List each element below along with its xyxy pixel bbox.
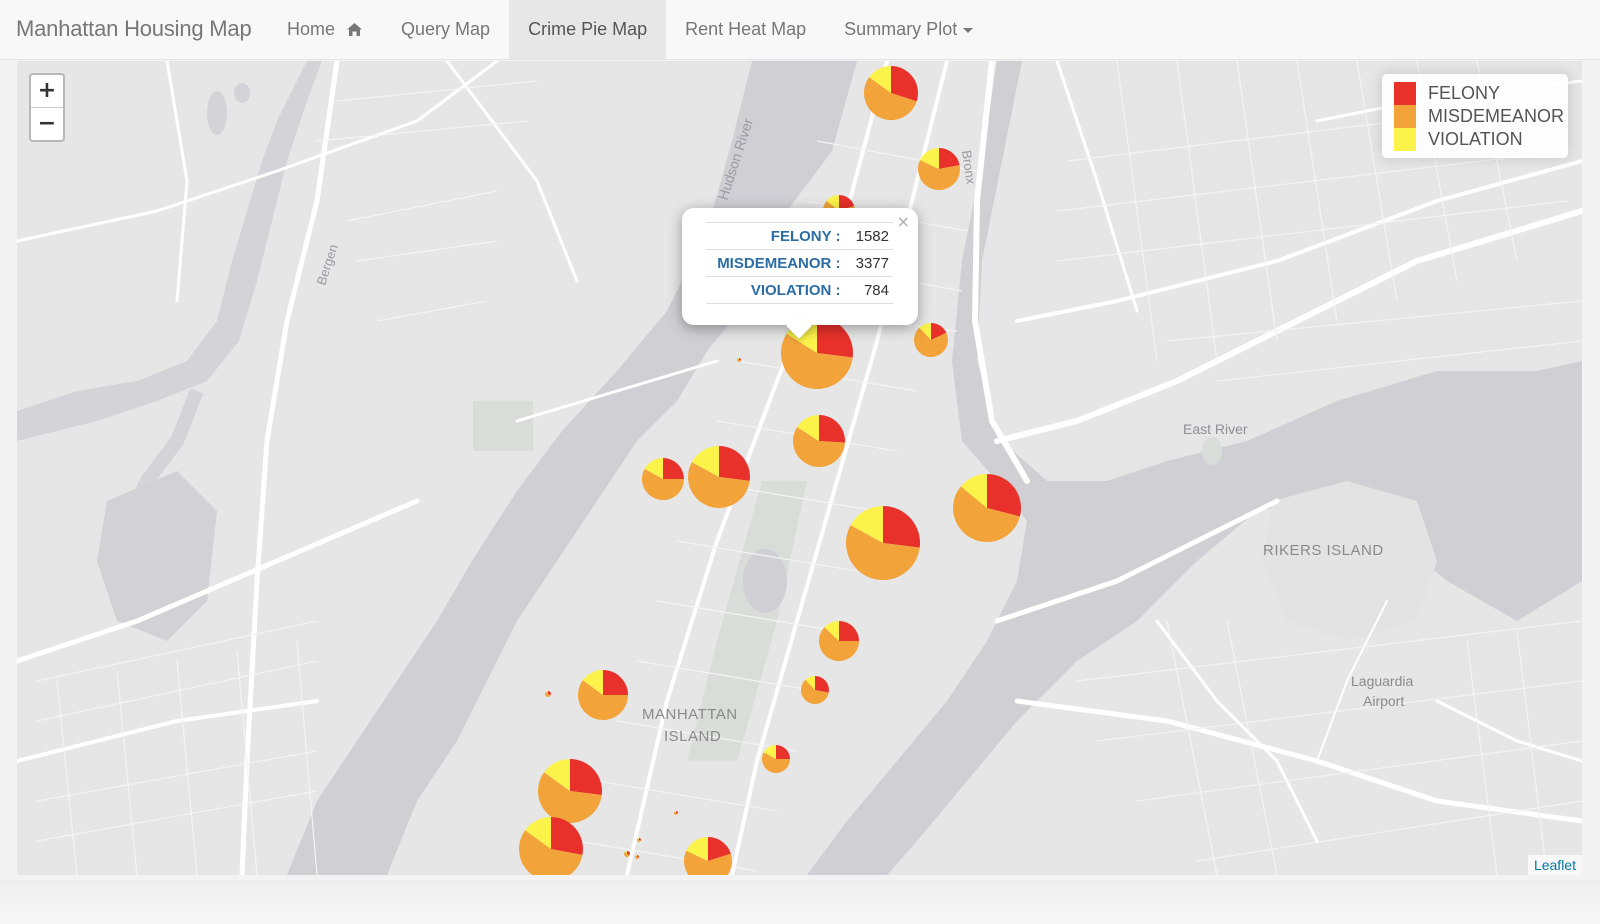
legend-label-violation: VIOLATION <box>1428 129 1523 149</box>
legend: FELONY MISDEMEANOR VIOLATION <box>1382 74 1568 158</box>
crime-pie-marker[interactable] <box>845 505 920 581</box>
nav-home-label: Home <box>287 19 336 39</box>
pie-slice-felony <box>815 676 829 693</box>
zoom-out-button[interactable]: − <box>31 107 63 140</box>
crime-pie-marker[interactable] <box>642 458 684 500</box>
popup-value-felony: 1582 <box>852 223 893 250</box>
nav-crime-pie-map[interactable]: Crime Pie Map <box>509 0 667 59</box>
legend-label-felony: FELONY <box>1428 83 1501 103</box>
pie-slice-felony <box>570 759 602 796</box>
crime-pie-marker[interactable] <box>578 669 628 720</box>
crime-pie-marker[interactable] <box>737 358 741 362</box>
crime-pie-marker[interactable] <box>519 817 583 875</box>
crime-pie-marker[interactable] <box>801 676 829 704</box>
pie-slice-felony <box>551 817 583 855</box>
pie-slice-felony <box>839 621 859 641</box>
crime-pie-marker[interactable] <box>953 474 1022 542</box>
popup-key-misdemeanor: MISDEMEANOR : <box>706 249 853 277</box>
crime-pie-marker[interactable] <box>918 148 960 190</box>
home-icon <box>347 23 363 36</box>
crime-pie-marker[interactable] <box>637 838 641 842</box>
map-container[interactable]: Hudson River Bronx Bergen East River RIK… <box>17 61 1582 875</box>
crime-pie-layer <box>519 66 1022 875</box>
legend-swatch-misdemeanor <box>1394 105 1416 128</box>
crime-pie-marker[interactable] <box>635 855 639 859</box>
navbar: Manhattan Housing Map Home Query Map Cri… <box>0 0 1600 60</box>
legend-swatch-violation <box>1394 128 1416 151</box>
nav-menu: Home Query Map Crime Pie Map Rent Heat M… <box>268 0 992 59</box>
popup-table: FELONY : 1582 MISDEMEANOR : 3377 VIOLATI… <box>706 223 893 304</box>
close-icon[interactable]: × <box>897 212 910 231</box>
popup-row-misdemeanor: MISDEMEANOR : 3377 <box>706 249 893 277</box>
popup-value-misdemeanor: 3377 <box>852 249 893 277</box>
pie-slice-felony <box>776 745 790 759</box>
popup-key-violation: VIOLATION : <box>706 276 853 304</box>
popup-value-violation: 784 <box>852 276 893 304</box>
nav-home[interactable]: Home <box>268 0 382 59</box>
pie-slice-felony <box>883 506 920 548</box>
legend-item-misdemeanor: MISDEMEANOR <box>1394 105 1564 128</box>
popup-key-felony: FELONY : <box>706 223 853 250</box>
zoom-control: + − <box>29 73 65 142</box>
crime-pie-marker[interactable] <box>538 759 602 823</box>
nav-rent-heat-map[interactable]: Rent Heat Map <box>666 0 825 59</box>
nav-summary-plot[interactable]: Summary Plot <box>825 0 992 59</box>
crime-pie-marker[interactable] <box>762 745 790 773</box>
crime-pie-marker[interactable] <box>793 415 845 468</box>
crime-pie-marker[interactable] <box>684 837 732 875</box>
popup-content: FELONY : 1582 MISDEMEANOR : 3377 VIOLATI… <box>706 222 893 304</box>
legend-item-violation: VIOLATION <box>1394 128 1523 151</box>
crime-pie-marker[interactable] <box>864 66 918 121</box>
brand-title[interactable]: Manhattan Housing Map <box>16 16 252 42</box>
footer-bar <box>0 880 1600 924</box>
crime-pie-marker[interactable] <box>914 323 948 357</box>
nav-summary-plot-label: Summary Plot <box>844 19 958 39</box>
popup-row-violation: VIOLATION : 784 <box>706 276 893 304</box>
nav-query-map[interactable]: Query Map <box>382 0 509 59</box>
legend-swatch-felony <box>1394 82 1416 105</box>
crime-pie-marker[interactable] <box>819 621 859 661</box>
pie-slice-felony <box>719 446 750 481</box>
crime-pie-marker[interactable] <box>674 811 678 815</box>
legend-item-felony: FELONY <box>1394 82 1500 105</box>
popup-row-felony: FELONY : 1582 <box>706 223 893 250</box>
chevron-down-icon <box>963 27 974 33</box>
pie-slice-felony <box>819 415 845 443</box>
pie-slice-felony <box>663 458 684 479</box>
crime-pie-marker[interactable] <box>545 691 551 698</box>
crime-popup: × FELONY : 1582 MISDEMEANOR : 3377 VIOLA… <box>682 208 918 339</box>
pie-slice-felony <box>603 670 628 695</box>
crime-pie-marker[interactable] <box>687 446 750 508</box>
crime-pie-marker[interactable] <box>624 851 630 857</box>
zoom-in-button[interactable]: + <box>31 75 63 107</box>
legend-label-misdemeanor: MISDEMEANOR <box>1428 106 1565 126</box>
attribution-link[interactable]: Leaflet <box>1527 855 1582 875</box>
